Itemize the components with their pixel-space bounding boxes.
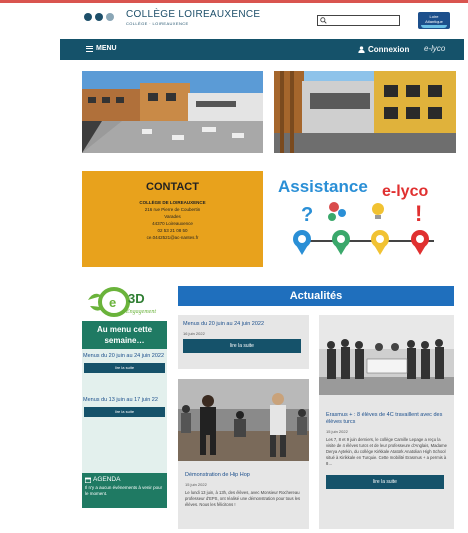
svg-text:e: e: [109, 295, 116, 310]
assistance-word: Assistance: [278, 177, 368, 196]
menu-entry: Menus du 13 juin au 17 juin 22 lire la s…: [82, 397, 167, 417]
e3d-engagement-logo[interactable]: e 3D Engagement: [82, 286, 166, 318]
news-card: Menus du 20 juin au 24 juin 2022 16 juin…: [178, 315, 309, 369]
main-nav: MENU Connexion e-lyco: [60, 39, 464, 60]
elyco-link[interactable]: e-lyco: [424, 44, 445, 53]
news-card-date: 15 juin 2022: [326, 429, 348, 434]
lightbulb-icon: [372, 203, 384, 219]
assistance-elyco-banner[interactable]: Assistance e-lyco ? !: [274, 173, 456, 265]
svg-text:?: ?: [301, 204, 313, 226]
news-card: Démonstration de Hip Hop 15 juin 2022 Le…: [178, 379, 309, 529]
news-card-date: 16 juin 2022: [183, 331, 205, 336]
timeline-pins-icon: [293, 230, 429, 255]
school-subtitle: COLLÈGE · LOIREAUXENCE: [126, 21, 189, 26]
menu-entry-title[interactable]: Menus du 20 juin au 24 juin 2022: [82, 353, 167, 360]
contact-line-street: 216 rue Pierre de Coubertin: [144, 207, 201, 212]
menu-entry-title[interactable]: Menus du 13 juin au 17 juin 22: [82, 397, 167, 404]
contact-line-phone: 02 53 21 08 50: [157, 228, 188, 233]
contact-line-town: Varades: [164, 214, 181, 219]
news-card-title[interactable]: Menus du 20 juin au 24 juin 2022: [183, 321, 304, 328]
contact-title: CONTACT: [146, 181, 199, 193]
hip-hop-photo[interactable]: [178, 379, 309, 461]
news-card-title[interactable]: Erasmus + : 8 élèves de 4C travaillent a…: [326, 412, 447, 426]
hamburger-icon: [86, 45, 93, 52]
search-icon[interactable]: [320, 17, 327, 24]
agenda-panel: AGENDA Il n'y a aucun événements à venir…: [82, 473, 167, 508]
logo-3d-text: 3D: [128, 291, 145, 306]
search-input[interactable]: [327, 16, 397, 25]
news-read-more-button[interactable]: lire la suite: [183, 339, 301, 353]
news-heading: Actualités: [178, 286, 454, 306]
connexion-link[interactable]: Connexion: [358, 45, 409, 54]
news-card: Erasmus + : 8 élèves de 4C travaillent a…: [319, 315, 454, 529]
svg-text:!: !: [415, 201, 422, 226]
contact-panel: CONTACT COLLÈGE DE LOIREAUXENCE 216 rue …: [82, 171, 263, 267]
school-name: COLLÈGE LOIREAUXENCE: [126, 9, 261, 20]
news-card-excerpt: Les 7, 8 et 9 juin derniers, le collège …: [326, 437, 447, 466]
contact-line-postcode: 44370 Loireauxence: [152, 221, 193, 226]
menu-label: MENU: [96, 45, 117, 52]
loire-atlantique-logo[interactable]: Loire Atlantique: [418, 12, 450, 29]
school-building-photo-2: [274, 71, 456, 153]
agenda-title: AGENDA: [93, 476, 121, 483]
menu-panel-title: Au menu cette semaine…: [82, 321, 167, 349]
contact-line-email[interactable]: ce.0442521@ac-nantes.fr: [82, 234, 263, 241]
news-card-date: 15 juin 2022: [185, 482, 207, 487]
menu-entry: Menus du 20 juin au 24 juin 2022 lire la…: [82, 353, 167, 373]
menu-read-more-button[interactable]: lire la suite: [84, 407, 165, 417]
elyco-word: e-lyco: [382, 183, 428, 200]
header: COLLÈGE LOIREAUXENCE COLLÈGE · LOIREAUXE…: [60, 3, 464, 37]
user-icon: [358, 46, 365, 53]
news-card-title[interactable]: Démonstration de Hip Hop: [185, 472, 302, 479]
connexion-label: Connexion: [368, 45, 410, 54]
page: COLLÈGE LOIREAUXENCE COLLÈGE · LOIREAUXE…: [60, 3, 464, 533]
calendar-icon: [85, 477, 91, 483]
region-logo-line2: Atlantique: [425, 19, 443, 24]
search-box[interactable]: [317, 15, 400, 26]
contact-line-name: COLLÈGE DE LOIREAUXENCE: [139, 200, 206, 205]
menu-button[interactable]: MENU: [86, 45, 117, 52]
brand-dots-icon: [84, 13, 114, 21]
site-logo[interactable]: COLLÈGE LOIREAUXENCE COLLÈGE · LOIREAUXE…: [126, 9, 260, 26]
weekly-menu-panel: Au menu cette semaine… Menus du 20 juin …: [82, 321, 167, 479]
agenda-empty-text: Il n'y a aucun événements à venir pour l…: [85, 485, 163, 496]
agenda-header[interactable]: AGENDA: [82, 473, 167, 485]
menu-read-more-button[interactable]: lire la suite: [84, 363, 165, 373]
gears-icon: [328, 202, 346, 221]
logo-sub-text: Engagement: [125, 309, 156, 315]
news-read-more-button[interactable]: lire la suite: [326, 475, 444, 489]
erasmus-group-photo[interactable]: [319, 315, 454, 395]
news-card-excerpt: Le lundi 13 juin, à 13h, des élèves, ave…: [185, 490, 301, 507]
school-building-photo-1: [82, 71, 263, 153]
